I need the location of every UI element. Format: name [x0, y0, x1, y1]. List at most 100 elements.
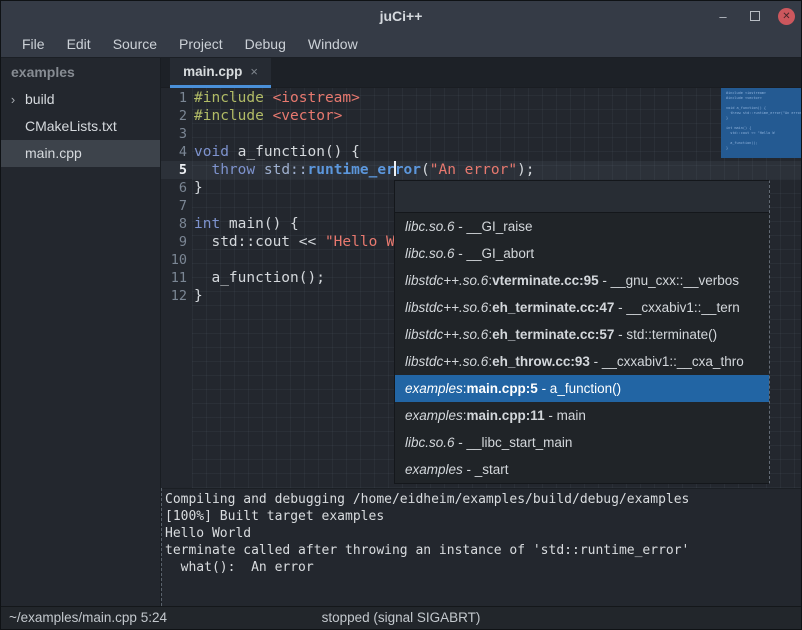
code-line: 4void a_function() {: [161, 143, 802, 161]
project-name: examples: [1, 58, 160, 86]
tab-main-cpp[interactable]: main.cpp ×: [170, 58, 271, 88]
code-text: void a_function() {: [194, 143, 360, 161]
terminal-line: Hello World: [165, 525, 802, 542]
code-token: ror: [395, 162, 421, 178]
frame-library: examples: [405, 408, 463, 423]
sidebar-item-build[interactable]: ›build: [1, 86, 160, 113]
frame-file-line: vterminate.cc:95: [492, 273, 599, 288]
terminal-output[interactable]: Compiling and debugging /home/eidheim/ex…: [162, 488, 802, 606]
line-number: 9: [161, 233, 194, 251]
app-window: juCi++ – ✕ FileEditSourceProjectDebugWin…: [0, 0, 802, 630]
title-bar: juCi++ – ✕: [1, 1, 801, 31]
sidebar-item-main-cpp[interactable]: main.cpp: [1, 140, 160, 167]
status-debug-state: stopped (signal SIGABRT): [1, 607, 801, 629]
line-number: 4: [161, 143, 194, 161]
tab-bar: main.cpp ×: [161, 58, 802, 88]
terminal-line: what(): An error: [165, 559, 802, 576]
code-text: a_function();: [194, 269, 325, 287]
line-number: 6: [161, 179, 194, 197]
menu-item-file[interactable]: File: [11, 31, 56, 57]
terminal-line: [100%] Built target examples: [165, 508, 802, 525]
code-token: void: [194, 144, 229, 160]
code-token: a_function();: [194, 270, 325, 286]
code-line: 5 throw std::runtime_error("An error");: [161, 161, 802, 179]
code-token: [194, 162, 211, 178]
code-token: <iostream>: [273, 90, 360, 106]
frame-file-line: eh_terminate.cc:47: [492, 300, 614, 315]
sidebar-item-cmakelists-txt[interactable]: CMakeLists.txt: [1, 113, 160, 140]
line-number: 2: [161, 107, 194, 125]
code-token: [264, 108, 273, 124]
paned-separator[interactable]: [161, 488, 162, 606]
menu-item-source[interactable]: Source: [102, 31, 168, 57]
frame-library: libstdc++.so.6: [405, 354, 488, 369]
code-token: runtime_er: [308, 162, 395, 178]
code-token: std::: [264, 162, 308, 178]
window-title: juCi++: [1, 1, 801, 31]
frame-library: libc.so.6: [405, 219, 455, 234]
file-tree-panel: examples ›buildCMakeLists.txtmain.cpp: [1, 58, 161, 606]
line-number: 7: [161, 197, 194, 215]
terminal-line: Compiling and debugging /home/eidheim/ex…: [165, 491, 802, 508]
minimize-button[interactable]: –: [714, 7, 732, 25]
code-token: );: [517, 162, 534, 178]
line-number: 5: [161, 161, 194, 179]
backtrace-item[interactable]: libstdc++.so.6:eh_terminate.cc:47 - __cx…: [395, 294, 769, 321]
sidebar-item-label: main.cpp: [21, 140, 82, 167]
code-text: #include <vector>: [194, 107, 342, 125]
backtrace-item[interactable]: libstdc++.so.6:eh_terminate.cc:57 - std:…: [395, 321, 769, 348]
frame-library: libstdc++.so.6: [405, 273, 488, 288]
code-token: }: [194, 288, 203, 304]
frame-function: - __GI_abort: [455, 246, 535, 261]
code-line: 3: [161, 125, 802, 143]
menu-item-window[interactable]: Window: [297, 31, 369, 57]
code-preview-overlay: #include <iostream>#include <vector> voi…: [721, 88, 802, 158]
frame-function: - __GI_raise: [455, 219, 533, 234]
backtrace-list: libc.so.6 - __GI_raiselibc.so.6 - __GI_a…: [395, 213, 769, 483]
code-token: int: [194, 216, 220, 232]
code-token: a_function() {: [229, 144, 360, 160]
frame-function: - __gnu_cxx::__verbos: [599, 273, 739, 288]
code-token: (: [421, 162, 430, 178]
frame-library: examples: [405, 462, 463, 477]
tab-close-icon[interactable]: ×: [250, 64, 258, 79]
backtrace-item[interactable]: examples:main.cpp:11 - main: [395, 402, 769, 429]
frame-library: examples: [405, 381, 463, 396]
backtrace-item[interactable]: examples:main.cpp:5 - a_function(): [395, 375, 769, 402]
frame-file-line: main.cpp:5: [467, 381, 538, 396]
code-token: [264, 90, 273, 106]
menu-item-debug[interactable]: Debug: [234, 31, 297, 57]
terminal-line: terminate called after throwing an insta…: [165, 542, 802, 559]
backtrace-item[interactable]: libc.so.6 - __GI_abort: [395, 240, 769, 267]
frame-file-line: eh_terminate.cc:57: [492, 327, 614, 342]
backtrace-item[interactable]: libc.so.6 - __GI_raise: [395, 213, 769, 240]
frame-file-line: eh_throw.cc:93: [492, 354, 590, 369]
menu-item-project[interactable]: Project: [168, 31, 234, 57]
menu-item-edit[interactable]: Edit: [56, 31, 102, 57]
frame-function: - a_function(): [538, 381, 621, 396]
backtrace-item[interactable]: libstdc++.so.6:vterminate.cc:95 - __gnu_…: [395, 267, 769, 294]
frame-function: - __cxxabiv1::__tern: [614, 300, 739, 315]
close-button[interactable]: ✕: [778, 8, 795, 25]
code-text: throw std::runtime_error("An error");: [194, 161, 535, 179]
popup-search-entry[interactable]: [395, 181, 769, 213]
status-bar: ~/examples/main.cpp 5:24 stopped (signal…: [1, 606, 801, 629]
code-token: }: [194, 180, 203, 196]
code-token: [255, 162, 264, 178]
file-tree: ›buildCMakeLists.txtmain.cpp: [1, 86, 160, 167]
preview-line: }: [726, 146, 802, 151]
line-number: 12: [161, 287, 194, 305]
code-text: std::cout << "Hello W: [194, 233, 395, 251]
maximize-button[interactable]: [746, 7, 764, 25]
backtrace-item[interactable]: libstdc++.so.6:eh_throw.cc:93 - __cxxabi…: [395, 348, 769, 375]
backtrace-item[interactable]: libc.so.6 - __libc_start_main: [395, 429, 769, 456]
backtrace-item[interactable]: examples - _start: [395, 456, 769, 483]
line-number: 8: [161, 215, 194, 233]
chevron-right-icon: ›: [5, 86, 21, 113]
code-text: #include <iostream>: [194, 89, 360, 107]
code-line: 1#include <iostream>: [161, 89, 802, 107]
code-text: }: [194, 179, 203, 197]
window-controls: – ✕: [714, 1, 795, 31]
menu-bar: FileEditSourceProjectDebugWindow: [1, 31, 801, 58]
frame-library: libc.so.6: [405, 246, 455, 261]
